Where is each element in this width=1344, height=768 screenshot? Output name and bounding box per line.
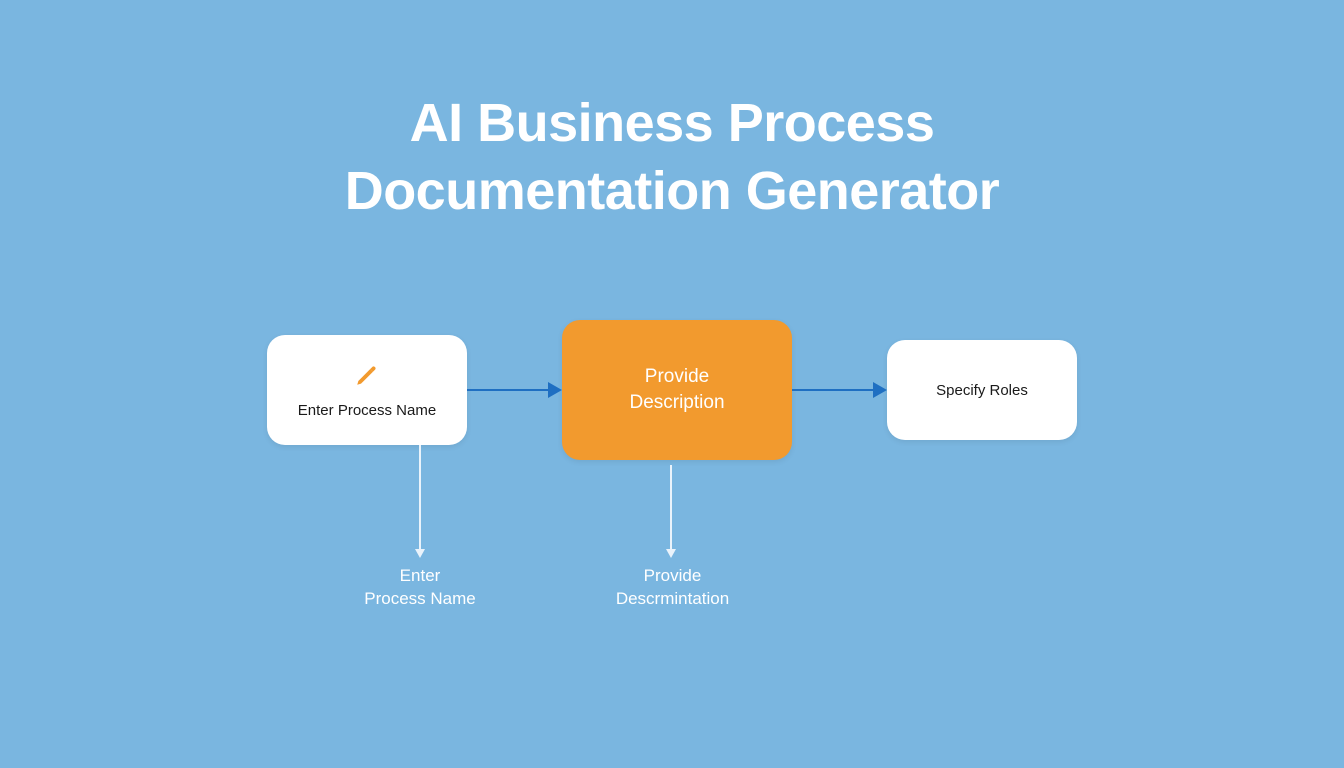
title-line-2: Documentation Generator	[345, 161, 1000, 221]
step-specify-roles[interactable]: Specify Roles	[887, 340, 1077, 440]
step-3-label: Specify Roles	[936, 382, 1028, 399]
sublabel-step-2: Provide Descrmintation	[590, 565, 755, 611]
process-flow: Enter Process Name Provide Description S…	[0, 320, 1344, 460]
step-1-label: Enter Process Name	[298, 402, 436, 419]
step-2-label-line1: Provide	[645, 364, 709, 390]
arrow-right-icon	[467, 380, 562, 400]
arrow-right-icon	[792, 380, 887, 400]
arrow-down-icon	[419, 445, 421, 550]
arrow-down-icon	[670, 465, 672, 550]
pen-icon	[354, 362, 380, 392]
step-enter-process-name[interactable]: Enter Process Name	[267, 335, 467, 445]
step-2-label-line2: Description	[629, 390, 724, 416]
title-line-1: AI Business Process	[410, 93, 935, 153]
page-title: AI Business Process Documentation Genera…	[0, 90, 1344, 225]
step-provide-description[interactable]: Provide Description	[562, 320, 792, 460]
sublabel-step-1: Enter Process Name	[345, 565, 495, 611]
